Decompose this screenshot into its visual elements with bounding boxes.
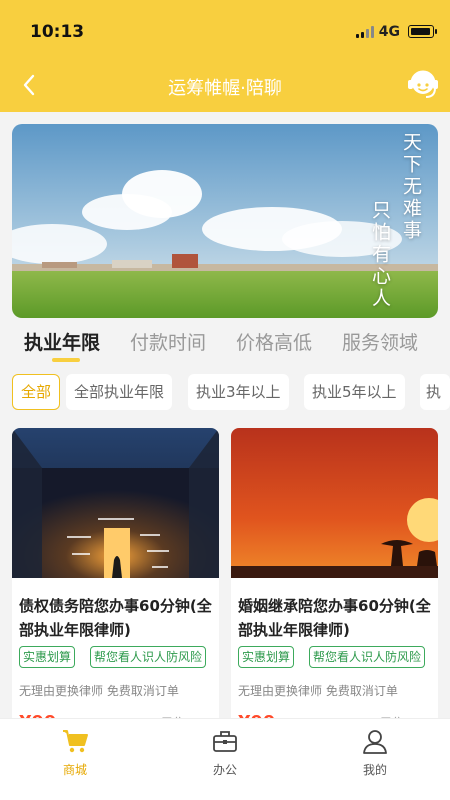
nav-bar: 运筹帷幄·陪聊 [0,60,450,112]
tab-practice-years[interactable]: 执业年限 [24,328,100,355]
product-title: 婚姻继承陪您办事60分钟(全部执业年限律师) [238,597,431,639]
tag-value: 实惠划算 [238,646,295,668]
banner-poem-line1: 天下无难事 [400,132,422,242]
tab-payment-time[interactable]: 付款时间 [130,328,206,355]
product-card[interactable]: 婚姻继承陪您办事60分钟(全部执业年限律师) 实惠划算 帮您看人识人防风险 无理… [231,428,438,728]
filter-tabs: 执业年限 付款时间 价格高低 服务领域 [0,322,450,366]
promo-banner[interactable]: 天下无难事 只怕有心人 [12,124,438,318]
chip-3-years[interactable]: 执业3年以上 [188,374,289,410]
active-tab-indicator [52,358,80,362]
chip-5-years[interactable]: 执业5年以上 [304,374,405,410]
tab-service-area[interactable]: 服务领域 [342,328,418,355]
product-title: 债权债务陪您办事60分钟(全部执业年限律师) [19,597,212,639]
page-title: 运筹帷幄·陪聊 [168,78,282,99]
customer-service-icon[interactable] [406,66,440,102]
tabbar-mine[interactable]: 我的 [300,719,450,800]
tag-risk: 帮您看人识人防风险 [309,646,426,668]
product-card[interactable]: 债权债务陪您办事60分钟(全部执业年限律师) 实惠划算 帮您看人识人防风险 无理… [12,428,219,728]
chip-all-years[interactable]: 全部执业年限 [66,374,173,410]
product-note: 无理由更换律师 免费取消订单 [238,684,398,698]
status-time: 10:13 [30,22,85,42]
tab-price[interactable]: 价格高低 [236,328,312,355]
tabbar-shop[interactable]: 商城 [0,719,150,800]
tag-value: 实惠划算 [19,646,76,668]
briefcase-icon [213,731,237,752]
chip-more[interactable]: 执 [420,374,450,410]
tabbar-shop-label: 商城 [62,763,87,777]
tabbar-office-label: 办公 [212,763,237,777]
product-image [231,428,438,578]
product-note: 无理由更换律师 免费取消订单 [19,684,179,698]
tabbar-office[interactable]: 办公 [150,719,300,800]
banner-poem-line2: 只怕有心人 [369,200,391,310]
network-label: 4G [378,24,400,40]
status-bar: 10:13 4G [0,0,450,60]
tag-risk: 帮您看人识人防风险 [90,646,207,668]
product-image [12,428,219,578]
cart-icon [63,730,88,753]
signal-icon [356,26,376,38]
tabbar-mine-label: 我的 [362,763,387,777]
bottom-tab-bar: 商城 办公 我的 [0,718,450,800]
chip-all[interactable]: 全部 [12,374,61,410]
battery-icon [408,25,437,38]
user-icon [363,730,387,754]
